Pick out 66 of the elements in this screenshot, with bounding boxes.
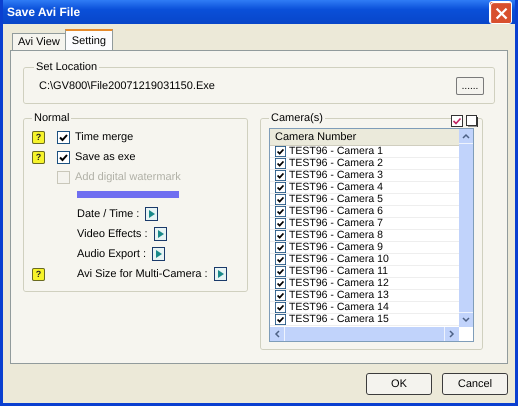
camera-name[interactable]: TEST96 - Camera 2 (289, 158, 383, 169)
check-all-icon[interactable] (451, 115, 463, 127)
camera-name[interactable]: TEST96 - Camera 10 (289, 254, 389, 265)
checkbox[interactable] (275, 170, 286, 181)
checkbox[interactable] (275, 314, 286, 325)
checkbox[interactable] (275, 254, 286, 265)
uncheck-all-icon[interactable] (466, 115, 478, 127)
camera-name[interactable]: TEST96 - Camera 5 (289, 194, 383, 205)
checkbox[interactable] (275, 218, 286, 229)
group-label: Set Location (35, 61, 98, 73)
checkbox[interactable] (275, 278, 286, 289)
help-icon[interactable]: ? (32, 130, 45, 144)
camera-name[interactable]: TEST96 - Camera 13 (289, 290, 389, 301)
scroll-up-icon[interactable] (462, 133, 470, 139)
option-label: Date / Time : (77, 208, 140, 220)
camera-name[interactable]: TEST96 - Camera 6 (289, 206, 383, 217)
tab[interactable]: Setting (64, 29, 114, 50)
checkbox[interactable] (57, 130, 70, 144)
checkbox-label: Add digital watermark (75, 171, 181, 183)
checkbox[interactable] (275, 302, 286, 313)
option-label: Video Effects : (77, 228, 148, 240)
group-label: Normal (33, 112, 70, 124)
browse-button[interactable]: ...... (456, 77, 484, 95)
camera-name[interactable]: TEST96 - Camera 7 (289, 218, 383, 229)
checkbox[interactable] (275, 194, 286, 205)
ok-button[interactable]: OK (366, 373, 432, 395)
group-label: Camera(s) (270, 112, 324, 124)
checkbox-label: Time merge (75, 131, 134, 143)
cancel-button[interactable]: Cancel (442, 373, 508, 395)
tab[interactable]: Avi View (12, 33, 66, 50)
camera-name[interactable]: TEST96 - Camera 1 (289, 146, 383, 157)
scroll-down-icon[interactable] (462, 317, 470, 323)
checkbox[interactable] (275, 206, 286, 217)
camera-name[interactable]: TEST96 - Camera 3 (289, 170, 383, 181)
play-button[interactable] (154, 227, 167, 241)
camera-name[interactable]: TEST96 - Camera 4 (289, 182, 383, 193)
scroll-left-icon[interactable] (274, 330, 280, 338)
play-button[interactable] (214, 267, 227, 281)
camera-name[interactable]: TEST96 - Camera 9 (289, 242, 383, 253)
checkbox[interactable] (275, 146, 286, 157)
checkbox[interactable] (275, 242, 286, 253)
help-icon[interactable]: ? (32, 150, 45, 164)
option-label: Avi Size for Multi-Camera : (77, 268, 208, 280)
file-path: C:\GV800\File20071219031150.Exe (38, 80, 215, 92)
close-icon[interactable] (489, 0, 512, 24)
help-icon[interactable]: ? (32, 268, 45, 280)
checkbox[interactable] (275, 266, 286, 277)
window-title: Save Avi File (7, 5, 80, 19)
camera-name[interactable]: TEST96 - Camera 14 (289, 302, 389, 313)
checkbox[interactable] (275, 290, 286, 301)
camera-name[interactable]: TEST96 - Camera 11 (289, 266, 388, 277)
camera-name[interactable]: TEST96 - Camera 8 (289, 230, 383, 241)
camera-name[interactable]: TEST96 - Camera 12 (289, 278, 389, 289)
scroll-right-icon[interactable] (449, 330, 455, 338)
checkbox[interactable] (57, 150, 70, 164)
camera-name[interactable]: TEST96 - Camera 15 (289, 314, 389, 325)
play-button[interactable] (152, 247, 166, 261)
column-header[interactable]: Camera Number (270, 129, 459, 146)
play-button[interactable] (145, 207, 158, 221)
checkbox[interactable] (275, 230, 286, 241)
checkbox-label: Save as exe (75, 151, 136, 163)
horizontal-scrollbar[interactable] (270, 327, 459, 341)
option-label: Audio Export : (77, 248, 146, 260)
vertical-scrollbar[interactable] (459, 129, 473, 327)
checkbox[interactable] (275, 158, 286, 169)
checkbox[interactable] (275, 182, 286, 193)
